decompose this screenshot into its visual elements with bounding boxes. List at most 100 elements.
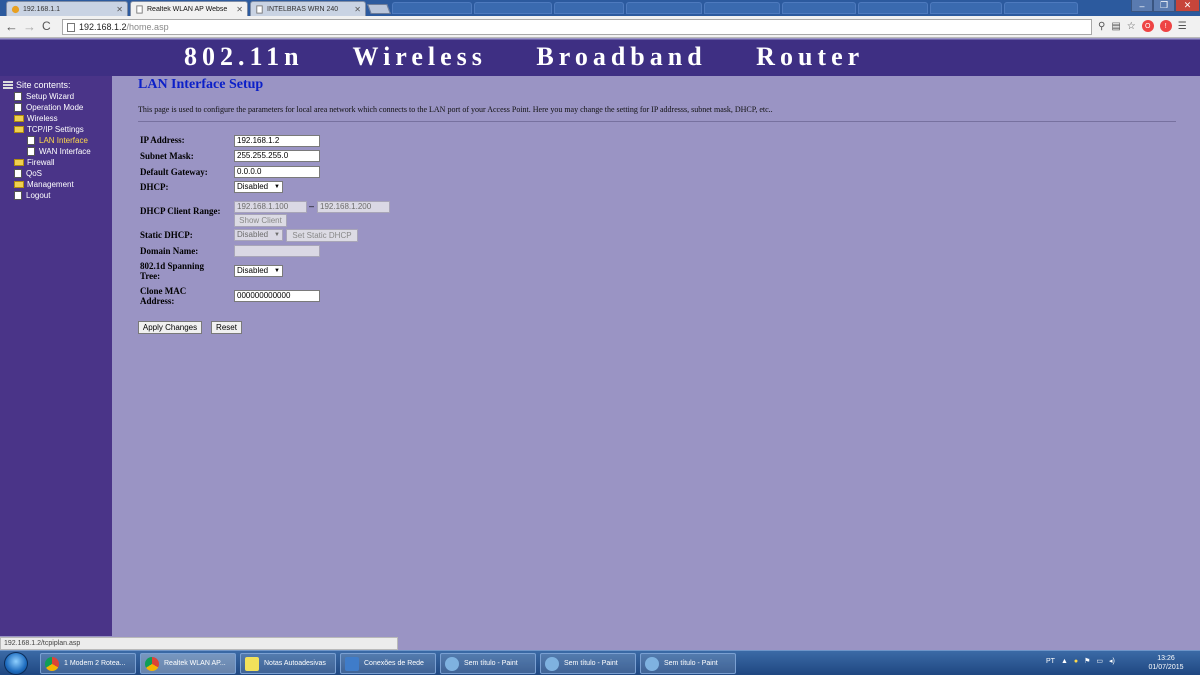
tab-label: INTELBRAS WRN 240 xyxy=(267,5,339,13)
sidebar-item-wan-interface[interactable]: WAN Interface xyxy=(3,146,112,157)
background-tab[interactable] xyxy=(1004,2,1078,14)
sidebar-item-firewall[interactable]: Firewall xyxy=(3,157,112,168)
translate-icon[interactable]: ⚲ xyxy=(1098,21,1105,32)
language-indicator[interactable]: PT xyxy=(1046,658,1055,665)
window-close-button[interactable]: ✕ xyxy=(1175,0,1200,12)
clone-mac-label: Clone MAC Address: xyxy=(140,286,186,306)
action-center-flag-icon[interactable]: ⚑ xyxy=(1084,657,1090,665)
taskbar-item-paint-2[interactable]: Sem título - Paint xyxy=(540,653,636,674)
taskbar-item-paint-1[interactable]: Sem título - Paint xyxy=(440,653,536,674)
page-action-icon[interactable]: ▤ xyxy=(1111,21,1120,32)
taskbar-item-sticky-notes[interactable]: Notas Autoadesivas xyxy=(240,653,336,674)
sticky-notes-icon xyxy=(245,656,259,671)
dropdown-arrow-icon: ▼ xyxy=(274,232,280,238)
tab-intelbras[interactable]: INTELBRAS WRN 240 ✕ xyxy=(250,1,366,16)
background-tab[interactable] xyxy=(782,2,856,14)
forward-arrow-icon[interactable]: → xyxy=(23,19,36,34)
sidebar-item-lan-interface[interactable]: LAN Interface xyxy=(3,135,112,146)
sidebar-item-qos[interactable]: QoS xyxy=(3,168,112,179)
antivirus-icon[interactable]: ● xyxy=(1074,658,1078,665)
background-tab[interactable] xyxy=(554,2,624,14)
tree-icon xyxy=(3,81,13,89)
reset-button[interactable]: Reset xyxy=(211,321,242,334)
dhcp-range-start-input[interactable]: 192.168.1.100 xyxy=(234,201,307,213)
dhcp-select[interactable]: Disabled ▼ xyxy=(234,181,283,193)
default-gateway-input[interactable]: 0.0.0.0 xyxy=(234,166,320,178)
sidebar-item-label: Logout xyxy=(26,191,51,200)
tab-close-icon[interactable]: ✕ xyxy=(116,5,123,14)
sidebar-item-management[interactable]: Management xyxy=(3,179,112,190)
show-client-button[interactable]: Show Client xyxy=(234,214,287,227)
router-header: 802.11n Wireless Broadband Router xyxy=(0,39,1200,79)
paint-icon xyxy=(445,656,459,671)
sidebar-item-operation-mode[interactable]: Operation Mode xyxy=(3,102,112,113)
background-tab[interactable] xyxy=(858,2,928,14)
tab-close-icon[interactable]: ✕ xyxy=(354,5,361,14)
taskbar-item-paint-3[interactable]: Sem título - Paint xyxy=(640,653,736,674)
background-tab[interactable] xyxy=(474,2,552,14)
tab-router-1[interactable]: 192.168.1.1 ✕ xyxy=(6,1,128,16)
extension-icon-2[interactable]: ! xyxy=(1159,20,1172,32)
page-favicon-icon xyxy=(256,4,263,14)
address-bar[interactable]: 192.168.1.2/home.asp xyxy=(62,19,1092,35)
menu-icon[interactable]: ☰ xyxy=(1178,21,1187,32)
sidebar-item-label: Wireless xyxy=(27,114,58,123)
spanning-tree-select[interactable]: Disabled ▼ xyxy=(234,265,283,277)
url-host: 192.168.1.2 xyxy=(79,22,127,32)
url-path: /home.asp xyxy=(126,22,169,32)
taskbar-item-label: Sem título - Paint xyxy=(464,660,518,667)
taskbar-item-label: Sem título - Paint xyxy=(564,660,618,667)
window-maximize-button[interactable]: ❐ xyxy=(1153,0,1175,12)
background-tab[interactable] xyxy=(930,2,1002,14)
taskbar-item-chrome-2[interactable]: Realtek WLAN AP... xyxy=(140,653,236,674)
taskbar-item-chrome-1[interactable]: 1 Modem 2 Rotea... xyxy=(40,653,136,674)
toolbar-icons: ⚲ ▤ ☆ O ! ☰ xyxy=(1098,20,1187,32)
chrome-icon xyxy=(45,656,59,671)
browser-tab-strip: 192.168.1.1 ✕ Realtek WLAN AP Webse ✕ IN… xyxy=(0,0,1200,16)
new-tab-button[interactable] xyxy=(367,4,391,14)
taskbar-clock[interactable]: 13:26 01/07/2015 xyxy=(1146,654,1186,672)
tab-label: Realtek WLAN AP Webse xyxy=(147,5,228,13)
static-dhcp-select[interactable]: Disabled ▼ xyxy=(234,229,283,241)
start-button[interactable] xyxy=(4,652,28,675)
show-hidden-icons-icon[interactable]: ▲ xyxy=(1061,658,1068,665)
dropdown-arrow-icon: ▼ xyxy=(274,184,280,190)
folder-icon xyxy=(14,159,24,166)
folder-open-icon xyxy=(14,126,24,133)
dhcp-select-value: Disabled xyxy=(237,182,269,191)
bookmark-star-icon[interactable]: ☆ xyxy=(1127,21,1136,32)
reload-icon[interactable]: C xyxy=(42,19,51,33)
ip-address-label: IP Address: xyxy=(140,135,185,145)
dhcp-range-end-input[interactable]: 192.168.1.200 xyxy=(317,201,390,213)
ip-address-input[interactable]: 192.168.1.2 xyxy=(234,135,320,147)
set-static-dhcp-button[interactable]: Set Static DHCP xyxy=(286,229,358,242)
dhcp-client-range-label: DHCP Client Range: xyxy=(140,206,221,216)
sidebar-item-tcpip-settings[interactable]: TCP/IP Settings xyxy=(3,124,112,135)
browser-toolbar: ← → C 192.168.1.2/home.asp ⚲ ▤ ☆ O ! ☰ xyxy=(0,16,1200,38)
chrome-icon xyxy=(145,656,159,671)
sidebar-item-logout[interactable]: Logout xyxy=(3,190,112,201)
back-arrow-icon[interactable]: ← xyxy=(5,19,18,34)
domain-name-input[interactable] xyxy=(234,245,320,257)
clone-mac-label-line2: Address: xyxy=(140,296,175,306)
volume-icon[interactable]: ◂) xyxy=(1109,657,1115,665)
system-tray: PT ▲ ● ⚑ ▭ ◂) xyxy=(1046,657,1115,666)
tab-realtek[interactable]: Realtek WLAN AP Webse ✕ xyxy=(130,1,248,16)
sidebar-item-label: LAN Interface xyxy=(39,136,88,145)
taskbar-item-network-connections[interactable]: Conexões de Rede xyxy=(340,653,436,674)
background-tab[interactable] xyxy=(626,2,702,14)
clone-mac-input[interactable]: 000000000000 xyxy=(234,290,320,302)
extension-icon[interactable]: O xyxy=(1141,20,1154,32)
tab-close-icon[interactable]: ✕ xyxy=(236,5,243,14)
sidebar-item-label: Firewall xyxy=(27,158,55,167)
network-icon[interactable]: ▭ xyxy=(1096,657,1103,665)
background-tab[interactable] xyxy=(392,2,472,14)
background-tab[interactable] xyxy=(704,2,780,14)
router-banner: 802.11n Wireless Broadband Router xyxy=(184,42,865,71)
sidebar-item-setup-wizard[interactable]: Setup Wizard xyxy=(3,91,112,102)
window-minimize-button[interactable]: – xyxy=(1131,0,1153,12)
tab-label: 192.168.1.1 xyxy=(23,5,60,13)
sidebar-item-wireless[interactable]: Wireless xyxy=(3,113,112,124)
subnet-mask-input[interactable]: 255.255.255.0 xyxy=(234,150,320,162)
apply-changes-button[interactable]: Apply Changes xyxy=(138,321,202,334)
